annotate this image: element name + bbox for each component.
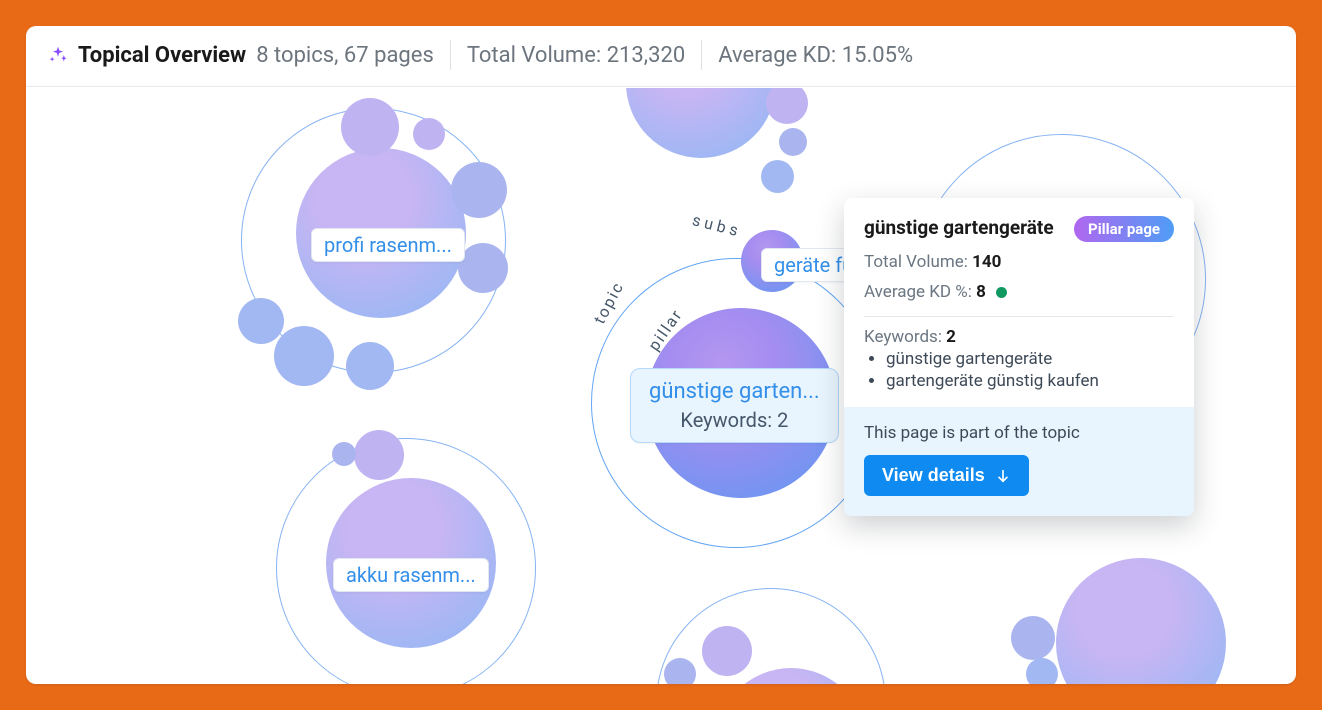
topics-pages-stat: 8 topics, 67 pages	[256, 43, 434, 68]
pillar-tooltip: günstige gartengeräte Pillar page Total …	[844, 198, 1194, 516]
tooltip-footer-text: This page is part of the topic	[864, 423, 1174, 443]
tooltip-kd: Average KD %: 8	[864, 282, 1174, 302]
cluster-satellite[interactable]	[702, 626, 752, 676]
cluster-satellite[interactable]	[458, 243, 508, 293]
cluster-satellite[interactable]	[332, 442, 356, 466]
total-volume-stat: Total Volume: 213,320	[467, 43, 685, 68]
cluster-satellite[interactable]	[413, 118, 445, 150]
cluster-circle[interactable]	[626, 88, 776, 158]
tooltip-keyword-list: günstige gartengeräte gartengeräte günst…	[864, 349, 1174, 391]
cluster-satellite[interactable]	[274, 326, 334, 386]
tooltip-title: günstige gartengeräte	[864, 216, 1054, 240]
cluster-satellite[interactable]	[354, 430, 404, 480]
pillar-page-badge: Pillar page	[1074, 216, 1174, 242]
cluster-satellite[interactable]	[766, 88, 808, 124]
cluster-satellite[interactable]	[664, 658, 696, 684]
divider	[450, 40, 451, 70]
pillar-chip-title: günstige garten...	[649, 379, 820, 404]
kd-difficulty-dot-icon	[996, 287, 1007, 298]
cluster-satellite[interactable]	[346, 342, 394, 390]
panel-header: Topical Overview 8 topics, 67 pages Tota…	[26, 26, 1296, 87]
sparkle-icon	[48, 45, 68, 65]
view-details-button[interactable]: View details	[864, 455, 1029, 496]
cluster-satellite[interactable]	[761, 160, 794, 193]
pillar-chip[interactable]: günstige garten... Keywords: 2	[630, 368, 839, 443]
divider	[864, 316, 1174, 317]
cluster-satellite[interactable]	[451, 162, 507, 218]
cluster-satellite[interactable]	[779, 128, 807, 156]
arrow-down-icon	[995, 468, 1011, 484]
cluster-label-profi[interactable]: profi rasenm...	[311, 228, 465, 262]
topic-map-canvas[interactable]: profi rasenm... akku rasenm... topic pil…	[26, 88, 1296, 684]
tooltip-keywords-count: Keywords: 2	[864, 327, 1174, 347]
topical-overview-panel: Topical Overview 8 topics, 67 pages Tota…	[26, 26, 1296, 684]
average-kd-stat: Average KD: 15.05%	[718, 43, 913, 68]
list-item: günstige gartengeräte	[886, 349, 1174, 369]
cluster-circle[interactable]	[1056, 558, 1226, 684]
cluster-satellite[interactable]	[1011, 616, 1055, 660]
divider	[701, 40, 702, 70]
cluster-satellite[interactable]	[238, 298, 284, 344]
page-title: Topical Overview	[78, 43, 246, 68]
cluster-satellite[interactable]	[1026, 658, 1058, 684]
list-item: gartengeräte günstig kaufen	[886, 371, 1174, 391]
cluster-satellite[interactable]	[341, 98, 399, 156]
cluster-label-akku[interactable]: akku rasenm...	[333, 558, 489, 592]
tooltip-volume: Total Volume: 140	[864, 252, 1174, 272]
subs-label: subs	[690, 210, 743, 241]
pillar-chip-keywords: Keywords: 2	[649, 408, 820, 432]
